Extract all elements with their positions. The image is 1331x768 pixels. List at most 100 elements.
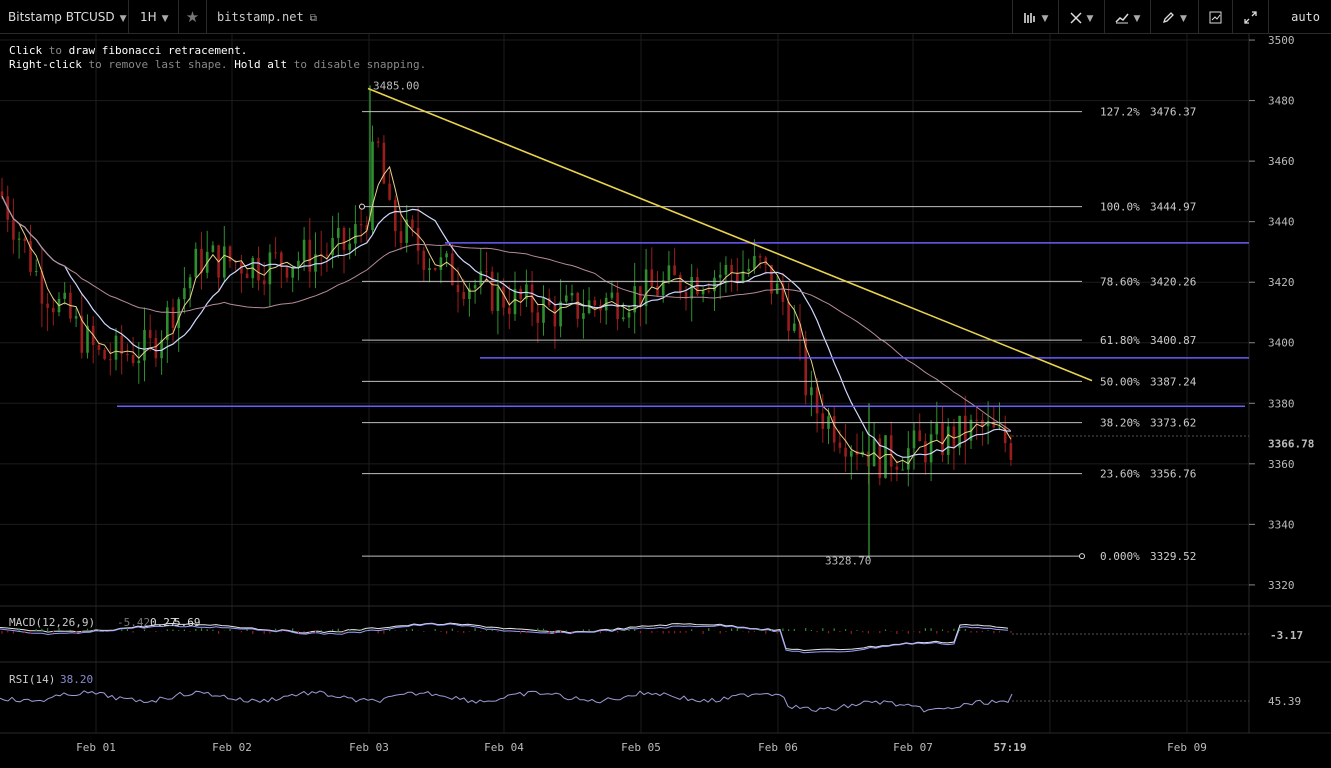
macd-value: -5.42 [117,616,150,629]
candle-body [194,248,198,278]
candle-body [1009,443,1013,460]
candle-body [148,329,152,338]
candle-body [325,254,329,256]
candle-body [679,275,682,293]
chevron-down-icon: ▼ [1086,14,1094,24]
candle-body [433,268,437,270]
candle-body [490,271,494,311]
candle-body [74,316,78,319]
ma-fast-line [1,165,1012,465]
candle-body [126,354,129,356]
drawing-tools-button[interactable]: ▼ [1150,0,1198,34]
candle-body [223,246,226,278]
moving-averages [1,165,1012,465]
rsi-axis-value: 45.39 [1268,695,1301,708]
price-tick-label: 3500 [1268,34,1295,47]
candle-body [422,250,426,270]
candle-body [416,228,420,251]
candle-body [519,288,522,299]
candle-body [103,350,106,360]
candle-body [656,285,659,296]
ma-long-line [1,196,1012,432]
fib-level-price: 3476.37 [1150,106,1196,119]
price-tick-label: 3380 [1268,397,1295,410]
candle-body [627,312,631,318]
candle-body [439,257,443,270]
macd-value: 5.69 [174,616,201,629]
fib-level-price: 3420.26 [1150,275,1196,288]
candle-body [46,303,49,308]
candle-body [553,305,557,327]
crosshair-button[interactable]: ▼ [1058,0,1104,34]
price-tick-label: 3400 [1268,337,1295,350]
candle-body [257,258,260,281]
chevron-down-icon: ▼ [119,14,127,24]
candle-body [445,253,448,258]
site-label: bitstamp.net [217,10,304,24]
candle-body [787,301,790,331]
fib-handle [359,203,365,210]
favorite-button[interactable]: ★ [178,0,206,34]
chevron-down-icon: ▼ [1133,14,1141,24]
fib-level-percent: 0.000% [1100,550,1140,563]
candle-body [565,295,568,302]
bar-style-button[interactable]: ▼ [1012,0,1058,34]
low-price-label: 3328.70 [825,555,871,568]
candle-body [622,317,625,320]
candle-body [793,323,796,331]
rsi-line [0,690,1013,713]
drawing-hint: Click to draw fibonacci retracement. Rig… [9,44,426,72]
external-link-icon: ⧉ [309,13,317,24]
candle-body [114,335,118,360]
candle-body [502,286,505,308]
symbol-selector[interactable]: Bitstamp BTCUSD ▼ [0,0,128,34]
candle-body [451,253,454,286]
candle-body [946,426,950,455]
candle-body [411,219,414,229]
candle-body [593,300,597,306]
candle-body [718,274,722,278]
candle-body [211,245,215,252]
pencil-icon [1163,12,1174,24]
candle-body [701,290,705,295]
time-tick-label: Feb 06 [758,741,798,754]
candle-body [673,265,676,276]
candle-body [758,256,762,258]
candle-body [485,271,488,273]
site-link[interactable]: bitstamp.net ⧉ [206,0,328,34]
candle-body [376,141,380,143]
trendline[interactable] [367,87,1093,382]
candle-body [508,307,511,315]
candle-body [308,239,312,272]
indicators-button[interactable] [1198,0,1232,34]
candle-body [536,312,540,323]
candle-body [496,286,500,311]
candle-body [559,301,562,327]
price-tick-label: 3340 [1268,518,1295,531]
bar-style-icon [1023,12,1035,23]
candle-body [342,227,346,250]
candle-body [895,466,899,470]
candle-body [838,442,842,448]
interval-selector[interactable]: 1H ▼ [128,0,178,34]
candle-body [52,307,55,313]
time-tick-label: Feb 05 [621,741,661,754]
price-chart[interactable]: 127.2% 3476.37 100.0% 3444.97 78.60% 3420.26 6… [0,34,1331,768]
chart-type-button[interactable]: ▼ [1104,0,1150,34]
candle-body [143,329,146,361]
fib-level-price: 3373.62 [1150,417,1196,430]
fib-level-price: 3444.97 [1150,201,1196,214]
fullscreen-button[interactable] [1232,0,1268,34]
candle-body [245,273,249,279]
candle-body [262,280,266,285]
candle-body [171,307,175,328]
crosshair-icon [1070,11,1082,24]
time-tick-label: Feb 04 [484,741,524,754]
price-tick-label: 3320 [1268,579,1295,592]
scale-mode-button[interactable]: auto [1268,0,1331,34]
time-tick-label: Feb 01 [76,741,116,754]
candle-body [832,416,836,443]
fib-level-price: 3400.87 [1150,334,1196,347]
candle-body [473,285,477,289]
candle-body [63,292,66,299]
